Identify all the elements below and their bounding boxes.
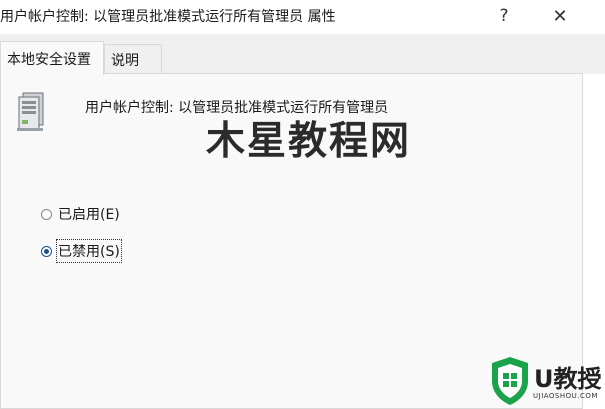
disabled-option[interactable]: 已禁用(S): [41, 239, 122, 263]
watermark-text: 木星教程网: [206, 119, 412, 164]
tab-strip: 本地安全设置 说明: [0, 34, 605, 75]
enabled-label[interactable]: 已启用(E): [58, 204, 120, 224]
brand-logo: U教授 UJIAOSHOU.COM: [484, 355, 605, 409]
tab-explain[interactable]: 说明: [104, 44, 162, 74]
close-icon: ✕: [552, 5, 568, 27]
help-button[interactable]: ?: [484, 2, 524, 30]
disabled-label[interactable]: 已禁用(S): [56, 239, 122, 263]
title-bar: 用户帐户控制: 以管理员批准模式运行所有管理员 属性 ? ✕: [0, 0, 605, 34]
shield-windows-icon: [492, 357, 528, 405]
disabled-radio[interactable]: [41, 245, 52, 257]
server-icon: [17, 92, 44, 131]
logo-domain: UJIAOSHOU.COM: [533, 392, 598, 400]
enabled-option[interactable]: 已启用(E): [41, 204, 120, 224]
tab-local-security-setting[interactable]: 本地安全设置: [0, 41, 104, 75]
help-icon: ?: [499, 6, 509, 26]
close-button[interactable]: ✕: [540, 2, 580, 30]
logo-brand: U教授: [534, 365, 602, 393]
window-title: 用户帐户控制: 以管理员批准模式运行所有管理员 属性: [0, 9, 336, 25]
enabled-radio[interactable]: [41, 208, 52, 220]
